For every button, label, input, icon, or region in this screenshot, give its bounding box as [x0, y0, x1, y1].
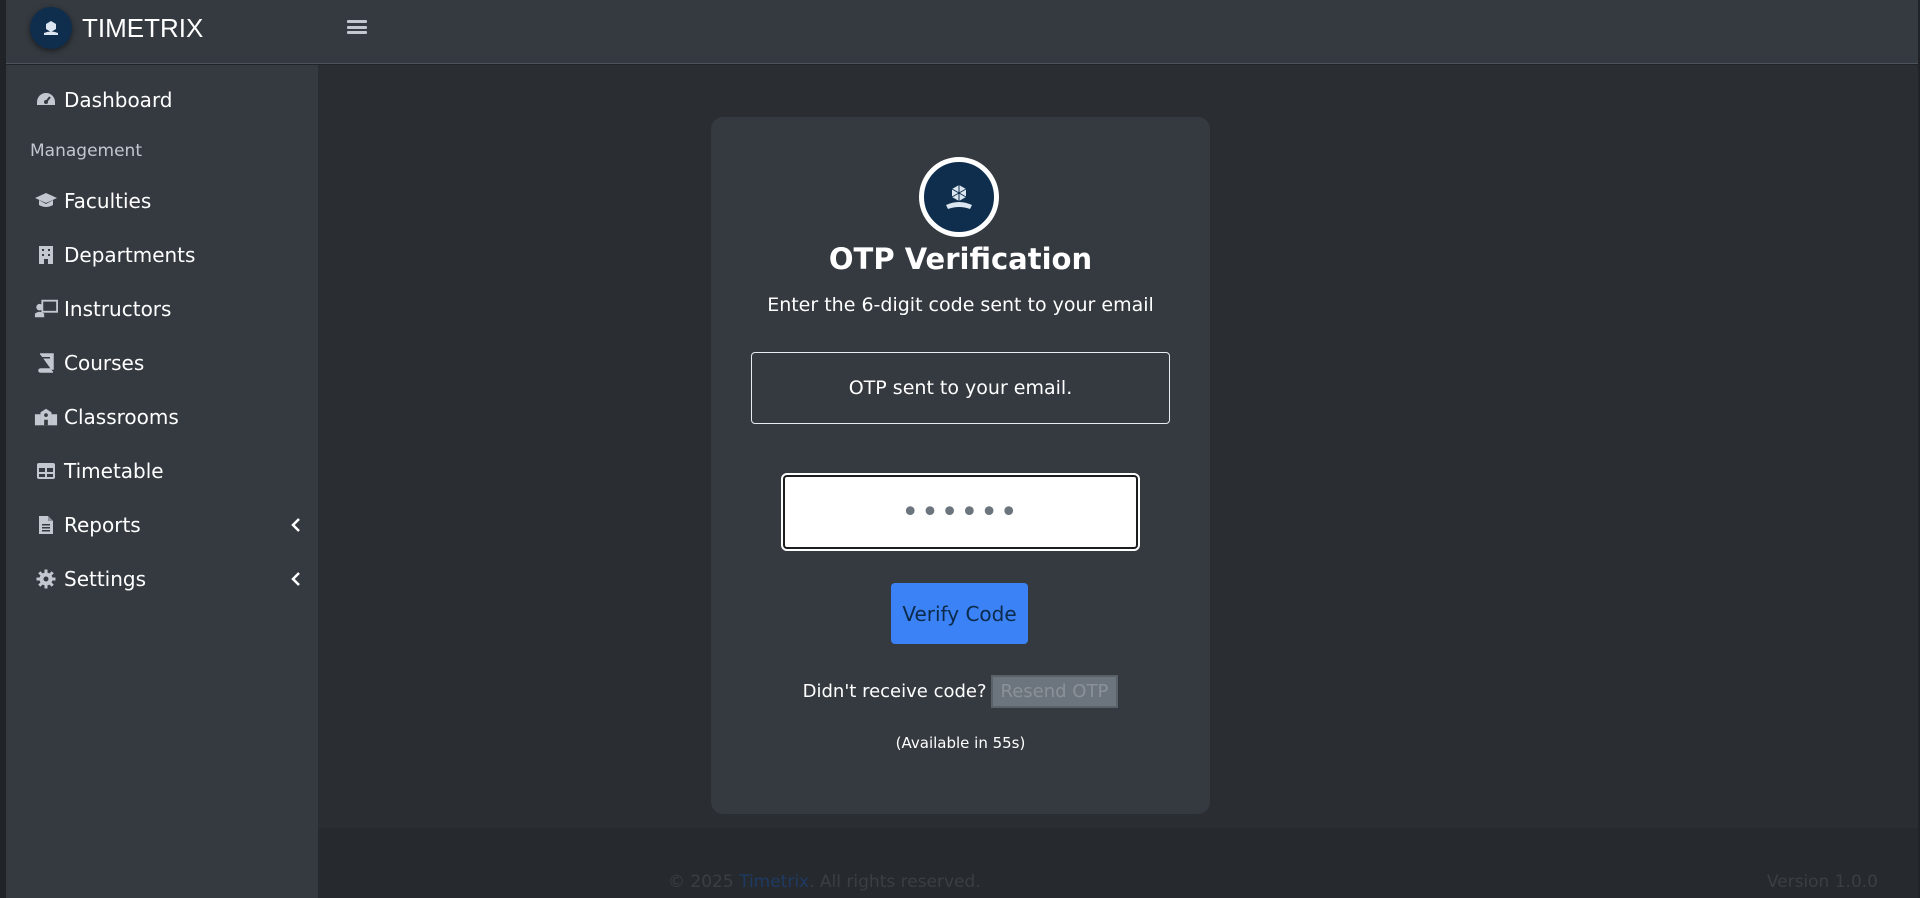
footer-brand-link[interactable]: Timetrix [739, 872, 809, 892]
page-title: OTP Verification [828, 242, 1093, 276]
school-icon [34, 406, 58, 428]
building-icon [34, 244, 58, 266]
brand-link[interactable]: TIMETRIX [30, 7, 203, 49]
sidebar-item-label: Courses [64, 351, 145, 375]
window-frame-left [0, 0, 6, 898]
gear-icon [34, 568, 58, 590]
footer-copyright: © 2025 Timetrix. All rights reserved. [668, 872, 981, 892]
graduation-cap-icon [34, 190, 58, 212]
chalkboard-teacher-icon [34, 298, 58, 320]
sidebar-item-instructors[interactable]: Instructors [34, 289, 304, 329]
resend-question: Didn't receive code? [802, 681, 987, 702]
footer: © 2025 Timetrix. All rights reserved. Ve… [318, 828, 1918, 898]
copyright-text: © 2025 [668, 872, 734, 892]
sidebar-item-label: Faculties [64, 189, 152, 213]
sidebar-item-label: Instructors [64, 297, 172, 321]
sidebar-section-header: Management [30, 141, 142, 161]
chevron-left-icon [291, 572, 300, 586]
app-logo-icon [919, 157, 999, 237]
sidebar-item-label: Dashboard [64, 88, 173, 112]
table-icon [34, 460, 58, 482]
sidebar-item-courses[interactable]: Courses [34, 343, 304, 383]
otp-sent-alert: OTP sent to your email. [751, 352, 1170, 424]
sidebar-item-label: Settings [64, 567, 147, 591]
top-navbar: TIMETRIX [6, 0, 1918, 64]
sidebar-item-settings[interactable]: Settings [34, 559, 304, 599]
sidebar-item-departments[interactable]: Departments [34, 235, 304, 275]
sidebar-item-dashboard[interactable]: Dashboard [34, 80, 304, 120]
otp-input[interactable] [781, 473, 1140, 551]
resend-otp-button[interactable]: Resend OTP [990, 675, 1119, 708]
sidebar-item-label: Classrooms [64, 405, 179, 429]
tachometer-icon [34, 89, 58, 111]
sidebar-item-reports[interactable]: Reports [34, 505, 304, 545]
sidebar-item-faculties[interactable]: Faculties [34, 181, 304, 221]
sidebar-item-label: Reports [64, 513, 141, 537]
menu-toggle-icon[interactable] [347, 18, 367, 36]
resend-countdown: (Available in 55s) [895, 734, 1026, 752]
book-icon [34, 352, 58, 374]
chevron-left-icon [291, 518, 300, 532]
brand-logo-icon [30, 7, 72, 49]
sidebar-item-classrooms[interactable]: Classrooms [34, 397, 304, 437]
page-subtitle: Enter the 6-digit code sent to your emai… [767, 294, 1154, 316]
resend-row: Didn't receive code? Resend OTP [711, 675, 1210, 708]
file-icon [34, 514, 58, 536]
footer-version: Version 1.0.0 [1766, 872, 1878, 892]
rights-text: . All rights reserved. [809, 872, 981, 892]
sidebar-item-label: Departments [64, 243, 196, 267]
verify-code-button[interactable]: Verify Code [891, 583, 1028, 644]
otp-card: OTP Verification Enter the 6-digit code … [711, 117, 1210, 814]
sidebar-item-timetable[interactable]: Timetable [34, 451, 304, 491]
sidebar: Dashboard Management Faculties Departmen… [6, 65, 318, 898]
sidebar-item-label: Timetable [64, 459, 164, 483]
brand-name: TIMETRIX [82, 12, 204, 43]
